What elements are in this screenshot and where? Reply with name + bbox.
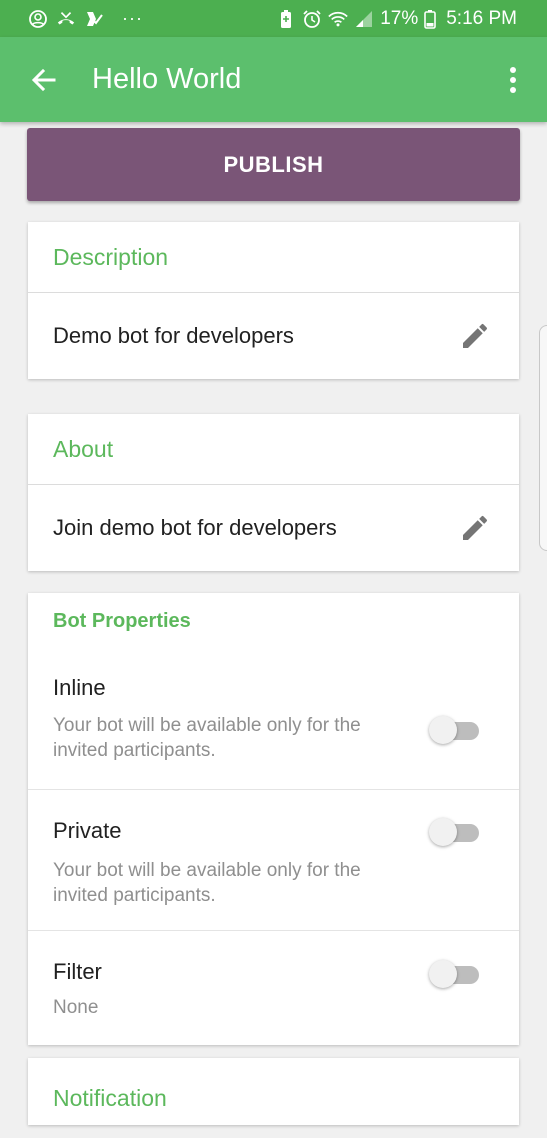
publish-button[interactable]: PUBLISH: [27, 128, 520, 201]
edit-description-icon[interactable]: [459, 320, 491, 352]
about-row[interactable]: Join demo bot for developers: [28, 485, 519, 571]
notification-header: Notification: [53, 1084, 167, 1111]
notification-card: Notification: [28, 1058, 519, 1125]
battery-icon: [424, 9, 437, 29]
edit-about-icon[interactable]: [459, 512, 491, 544]
description-card: Description Demo bot for developers: [28, 222, 519, 379]
clock: 5:16 PM: [446, 7, 517, 29]
status-bar: ··· 17% 5:16 PM: [0, 0, 547, 37]
battery-saver-icon: [276, 9, 296, 29]
description-header: Description: [28, 222, 519, 293]
more-vert-icon: [510, 66, 516, 93]
page-title: Hello World: [92, 63, 242, 95]
about-value: Join demo bot for developers: [53, 515, 337, 540]
property-filter-desc: None: [53, 997, 99, 1018]
property-private-title: Private: [53, 818, 122, 843]
arrow-back-icon: [31, 68, 56, 91]
missed-call-icon: [56, 9, 76, 29]
scroll-handle[interactable]: [539, 325, 547, 551]
bot-properties-card: Bot Properties Inline Your bot will be a…: [28, 593, 519, 1045]
property-filter-title: Filter: [53, 959, 102, 984]
property-private-desc: Your bot will be available only for the …: [53, 860, 361, 906]
property-filter[interactable]: Filter None: [28, 931, 519, 1045]
inline-toggle[interactable]: [429, 715, 479, 745]
alarm-icon: [302, 9, 322, 29]
property-private[interactable]: Private Your bot will be available only …: [28, 790, 519, 931]
account-circle-icon: [28, 9, 48, 29]
filter-toggle[interactable]: [429, 959, 479, 989]
about-header: About: [28, 414, 519, 485]
cell-signal-icon: [354, 9, 374, 29]
about-card: About Join demo bot for developers: [28, 414, 519, 571]
property-inline-desc: Your bot will be available only for the …: [53, 715, 361, 761]
overflow-menu-button[interactable]: [499, 60, 527, 100]
description-row[interactable]: Demo bot for developers: [28, 293, 519, 379]
more-notifications-indicator: ···: [122, 8, 143, 28]
task-check-icon: [84, 9, 104, 29]
app-bar: Hello World: [0, 37, 547, 122]
private-toggle[interactable]: [429, 817, 479, 847]
battery-percent: 17%: [380, 7, 419, 29]
back-button[interactable]: [24, 60, 64, 100]
property-inline[interactable]: Inline Your bot will be available only f…: [28, 633, 519, 790]
wifi-icon: [328, 9, 348, 29]
bot-properties-header: Bot Properties: [53, 610, 191, 632]
property-inline-title: Inline: [53, 675, 106, 700]
description-value: Demo bot for developers: [53, 323, 294, 348]
